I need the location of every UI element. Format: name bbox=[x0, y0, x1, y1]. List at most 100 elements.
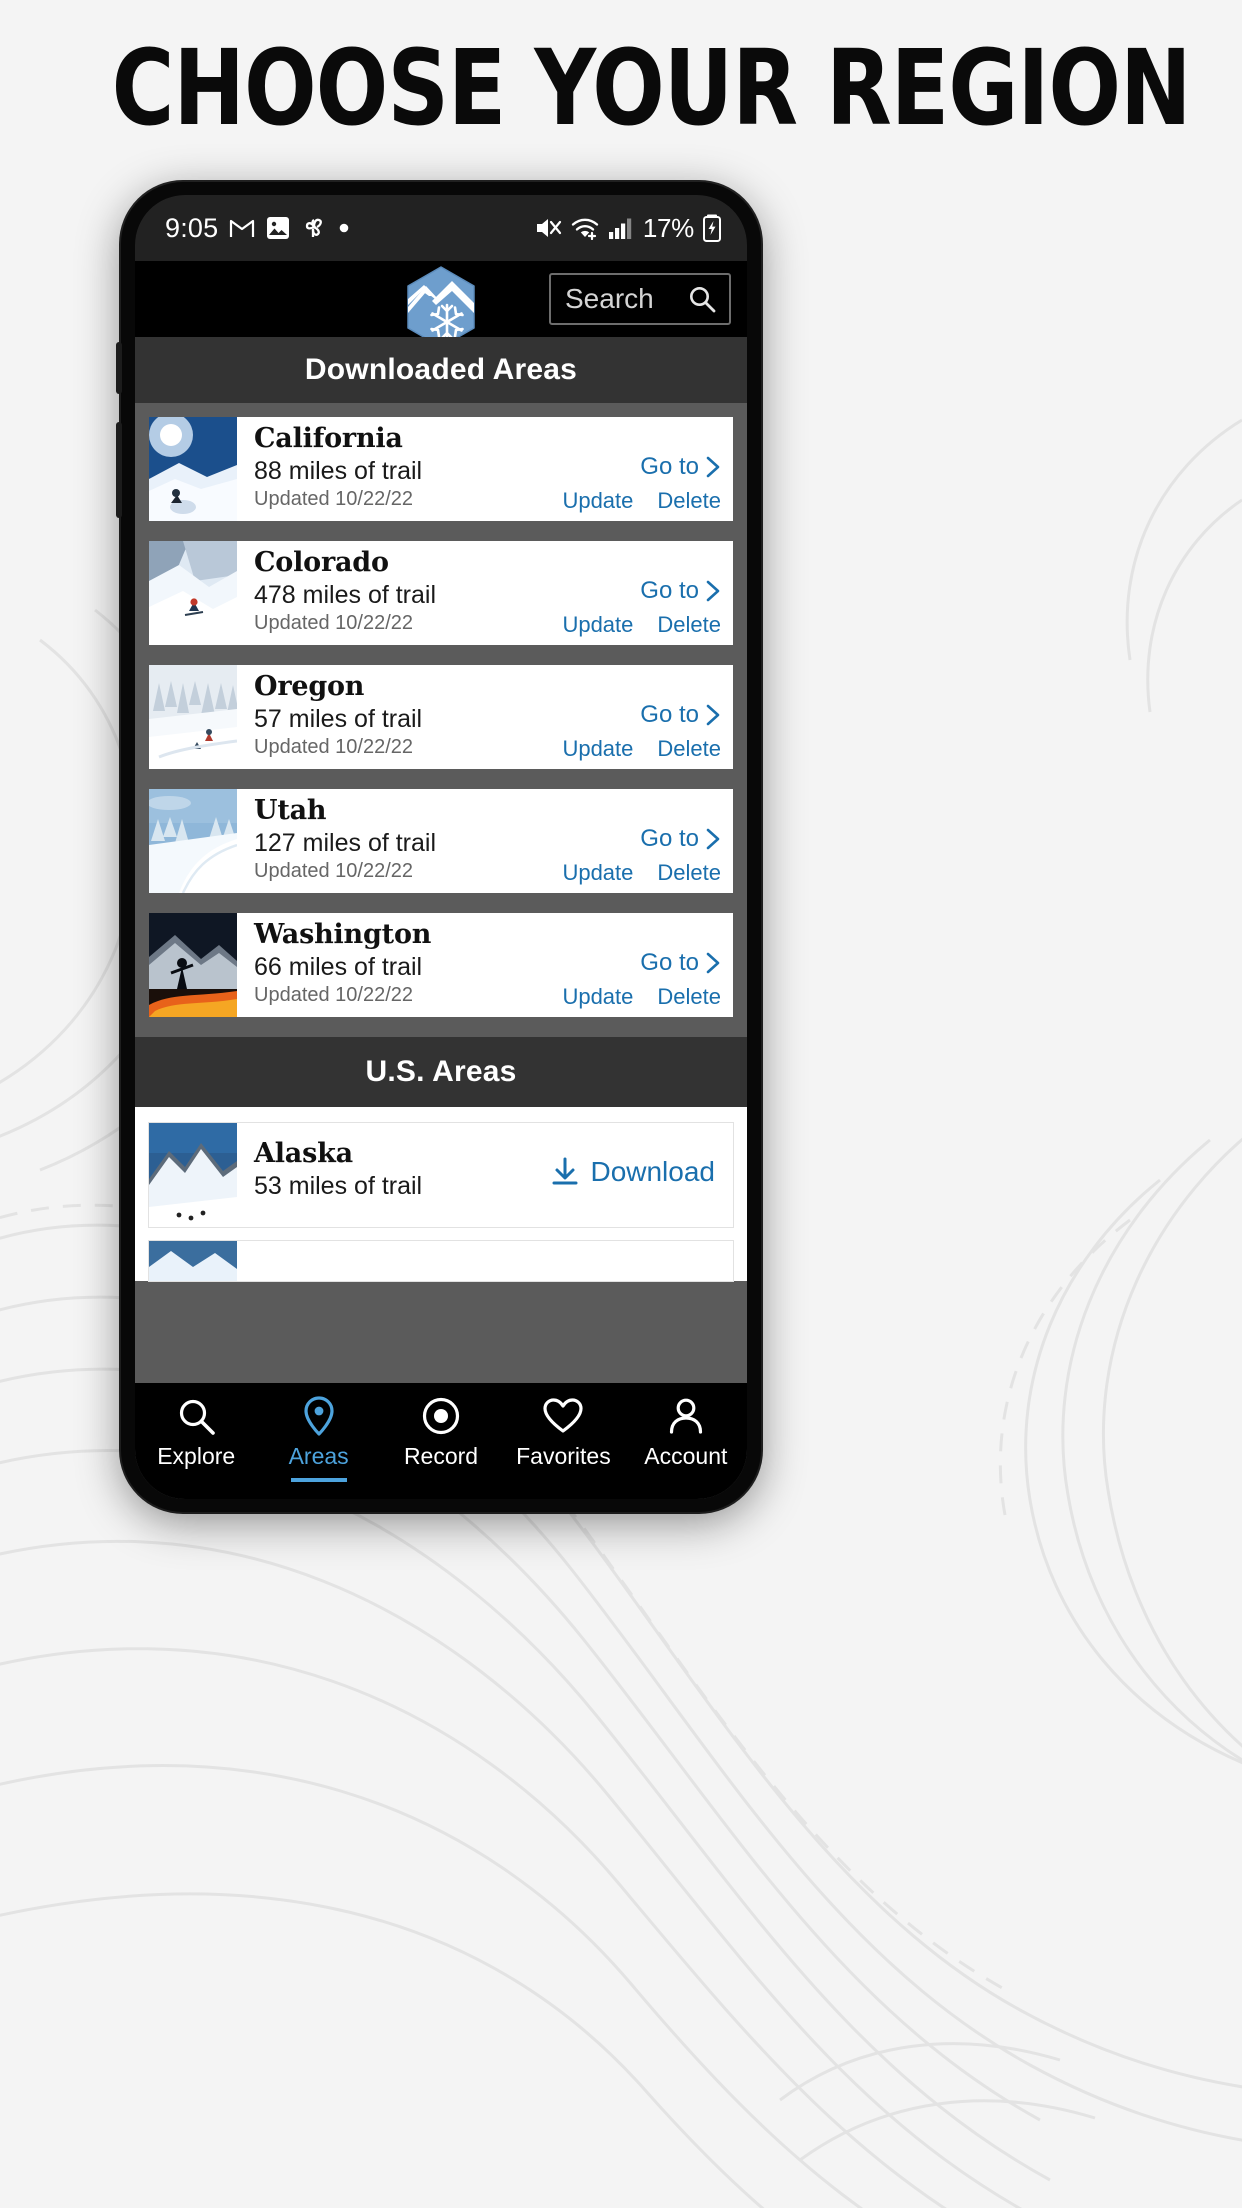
goto-button[interactable]: Go to bbox=[640, 701, 721, 729]
list-item[interactable]: Alaska 53 miles of trail Download bbox=[149, 1123, 733, 1227]
gmail-icon bbox=[230, 219, 255, 237]
search-input[interactable]: Search bbox=[549, 273, 731, 325]
area-name: Oregon bbox=[254, 671, 365, 702]
battery-percent-label: 17% bbox=[642, 212, 694, 243]
phone-side-button-volume[interactable] bbox=[116, 342, 122, 394]
goto-label: Go to bbox=[640, 949, 699, 976]
list-item[interactable]: Oregon 57 miles of trail Updated 10/22/2… bbox=[149, 665, 733, 769]
areas-scroll-container[interactable]: California 88 miles of trail Updated 10/… bbox=[135, 403, 747, 1499]
wifi-icon bbox=[571, 218, 599, 240]
area-thumbnail bbox=[149, 541, 237, 645]
area-actions: Update Delete bbox=[562, 736, 721, 762]
dot-icon bbox=[340, 223, 349, 233]
download-button[interactable]: Download bbox=[551, 1156, 715, 1188]
area-info: Utah 127 miles of trail Updated 10/22/22… bbox=[237, 789, 733, 893]
goto-label: Go to bbox=[640, 577, 699, 604]
photos-icon bbox=[267, 217, 290, 239]
search-placeholder: Search bbox=[565, 283, 654, 314]
person-icon bbox=[669, 1398, 702, 1434]
app-top-bar: Search bbox=[135, 261, 747, 348]
phone-screen: 9:05 17% Search Downloaded Areas Califor… bbox=[135, 195, 747, 1499]
nav-label: Record bbox=[403, 1443, 479, 1469]
area-thumbnail bbox=[149, 789, 237, 893]
area-thumbnail bbox=[149, 1123, 237, 1227]
area-thumbnail bbox=[149, 665, 237, 769]
list-item[interactable]: Colorado 478 miles of trail Updated 10/2… bbox=[149, 541, 733, 645]
list-item[interactable] bbox=[149, 1241, 733, 1281]
pinwheel-icon bbox=[306, 218, 323, 237]
nav-label: Account bbox=[644, 1443, 728, 1469]
nav-item-explore[interactable]: Explore bbox=[135, 1395, 257, 1470]
area-info: Washington 66 miles of trail Updated 10/… bbox=[237, 913, 733, 1017]
area-actions: Update Delete bbox=[562, 612, 721, 638]
delete-button[interactable]: Delete bbox=[657, 860, 721, 886]
status-bar: 9:05 17% bbox=[135, 195, 747, 261]
area-info: California 88 miles of trail Updated 10/… bbox=[237, 417, 733, 521]
area-info: Colorado 478 miles of trail Updated 10/2… bbox=[237, 541, 733, 645]
delete-button[interactable]: Delete bbox=[657, 736, 721, 762]
chevron-right-icon bbox=[706, 580, 720, 602]
heart-icon bbox=[543, 1398, 584, 1433]
nav-item-areas[interactable]: Areas bbox=[257, 1395, 379, 1482]
us-areas-list: Alaska 53 miles of trail Download bbox=[135, 1107, 747, 1281]
nav-active-indicator bbox=[290, 1478, 347, 1482]
nav-item-favorites[interactable]: Favorites bbox=[502, 1395, 624, 1470]
nav-label: Favorites bbox=[516, 1443, 611, 1469]
chevron-right-icon bbox=[706, 704, 720, 726]
goto-label: Go to bbox=[640, 825, 699, 852]
update-button[interactable]: Update bbox=[562, 612, 633, 638]
chevron-right-icon bbox=[706, 828, 720, 850]
goto-label: Go to bbox=[640, 701, 699, 728]
area-actions: Update Delete bbox=[562, 984, 721, 1010]
battery-charging-icon bbox=[703, 214, 721, 242]
goto-button[interactable]: Go to bbox=[640, 949, 721, 977]
chevron-right-icon bbox=[706, 952, 720, 974]
update-button[interactable]: Update bbox=[562, 984, 633, 1010]
nav-label: Explore bbox=[157, 1443, 236, 1469]
record-dot-icon bbox=[422, 1397, 460, 1435]
area-actions: Update Delete bbox=[562, 488, 721, 514]
status-bar-left: 9:05 bbox=[165, 213, 534, 244]
goto-label: Go to bbox=[640, 453, 699, 480]
list-item[interactable]: California 88 miles of trail Updated 10/… bbox=[149, 417, 733, 521]
area-thumbnail bbox=[149, 913, 237, 1017]
area-name: California bbox=[254, 423, 403, 454]
bottom-navigation: Explore Areas Record Favorites Account bbox=[135, 1383, 747, 1499]
area-name: Colorado bbox=[254, 547, 389, 578]
delete-button[interactable]: Delete bbox=[657, 612, 721, 638]
section-header-us-areas: U.S. Areas bbox=[135, 1037, 747, 1107]
goto-button[interactable]: Go to bbox=[640, 825, 721, 853]
goto-button[interactable]: Go to bbox=[640, 577, 721, 605]
list-item[interactable]: Utah 127 miles of trail Updated 10/22/22… bbox=[149, 789, 733, 893]
update-button[interactable]: Update bbox=[562, 736, 633, 762]
update-button[interactable]: Update bbox=[562, 488, 633, 514]
nav-label: Areas bbox=[288, 1443, 349, 1469]
signal-icon bbox=[608, 218, 632, 239]
area-name: Utah bbox=[254, 795, 327, 826]
delete-button[interactable]: Delete bbox=[657, 488, 721, 514]
status-time: 9:05 bbox=[165, 212, 219, 243]
download-label: Download bbox=[590, 1156, 715, 1187]
downloaded-areas-list: California 88 miles of trail Updated 10/… bbox=[135, 403, 747, 1017]
status-bar-right: 17% bbox=[534, 213, 721, 244]
page-headline: CHOOSE YOUR REGION bbox=[111, 27, 1192, 149]
area-info bbox=[237, 1241, 733, 1281]
area-thumbnail bbox=[149, 417, 237, 521]
area-name: Washington bbox=[254, 919, 432, 950]
goto-button[interactable]: Go to bbox=[640, 453, 721, 481]
search-icon[interactable] bbox=[687, 284, 717, 314]
chevron-right-icon bbox=[706, 456, 720, 478]
map-pin-icon bbox=[304, 1396, 334, 1436]
phone-side-button-power[interactable] bbox=[116, 422, 122, 518]
download-icon bbox=[552, 1157, 578, 1185]
update-button[interactable]: Update bbox=[562, 860, 633, 886]
area-info: Oregon 57 miles of trail Updated 10/22/2… bbox=[237, 665, 733, 769]
delete-button[interactable]: Delete bbox=[657, 984, 721, 1010]
phone-frame: 9:05 17% Search Downloaded Areas Califor… bbox=[116, 182, 761, 1512]
list-item[interactable]: Washington 66 miles of trail Updated 10/… bbox=[149, 913, 733, 1017]
search-icon bbox=[180, 1399, 216, 1435]
area-thumbnail bbox=[149, 1241, 237, 1281]
nav-item-account[interactable]: Account bbox=[625, 1395, 747, 1470]
nav-item-record[interactable]: Record bbox=[380, 1395, 502, 1470]
area-actions: Update Delete bbox=[562, 860, 721, 886]
